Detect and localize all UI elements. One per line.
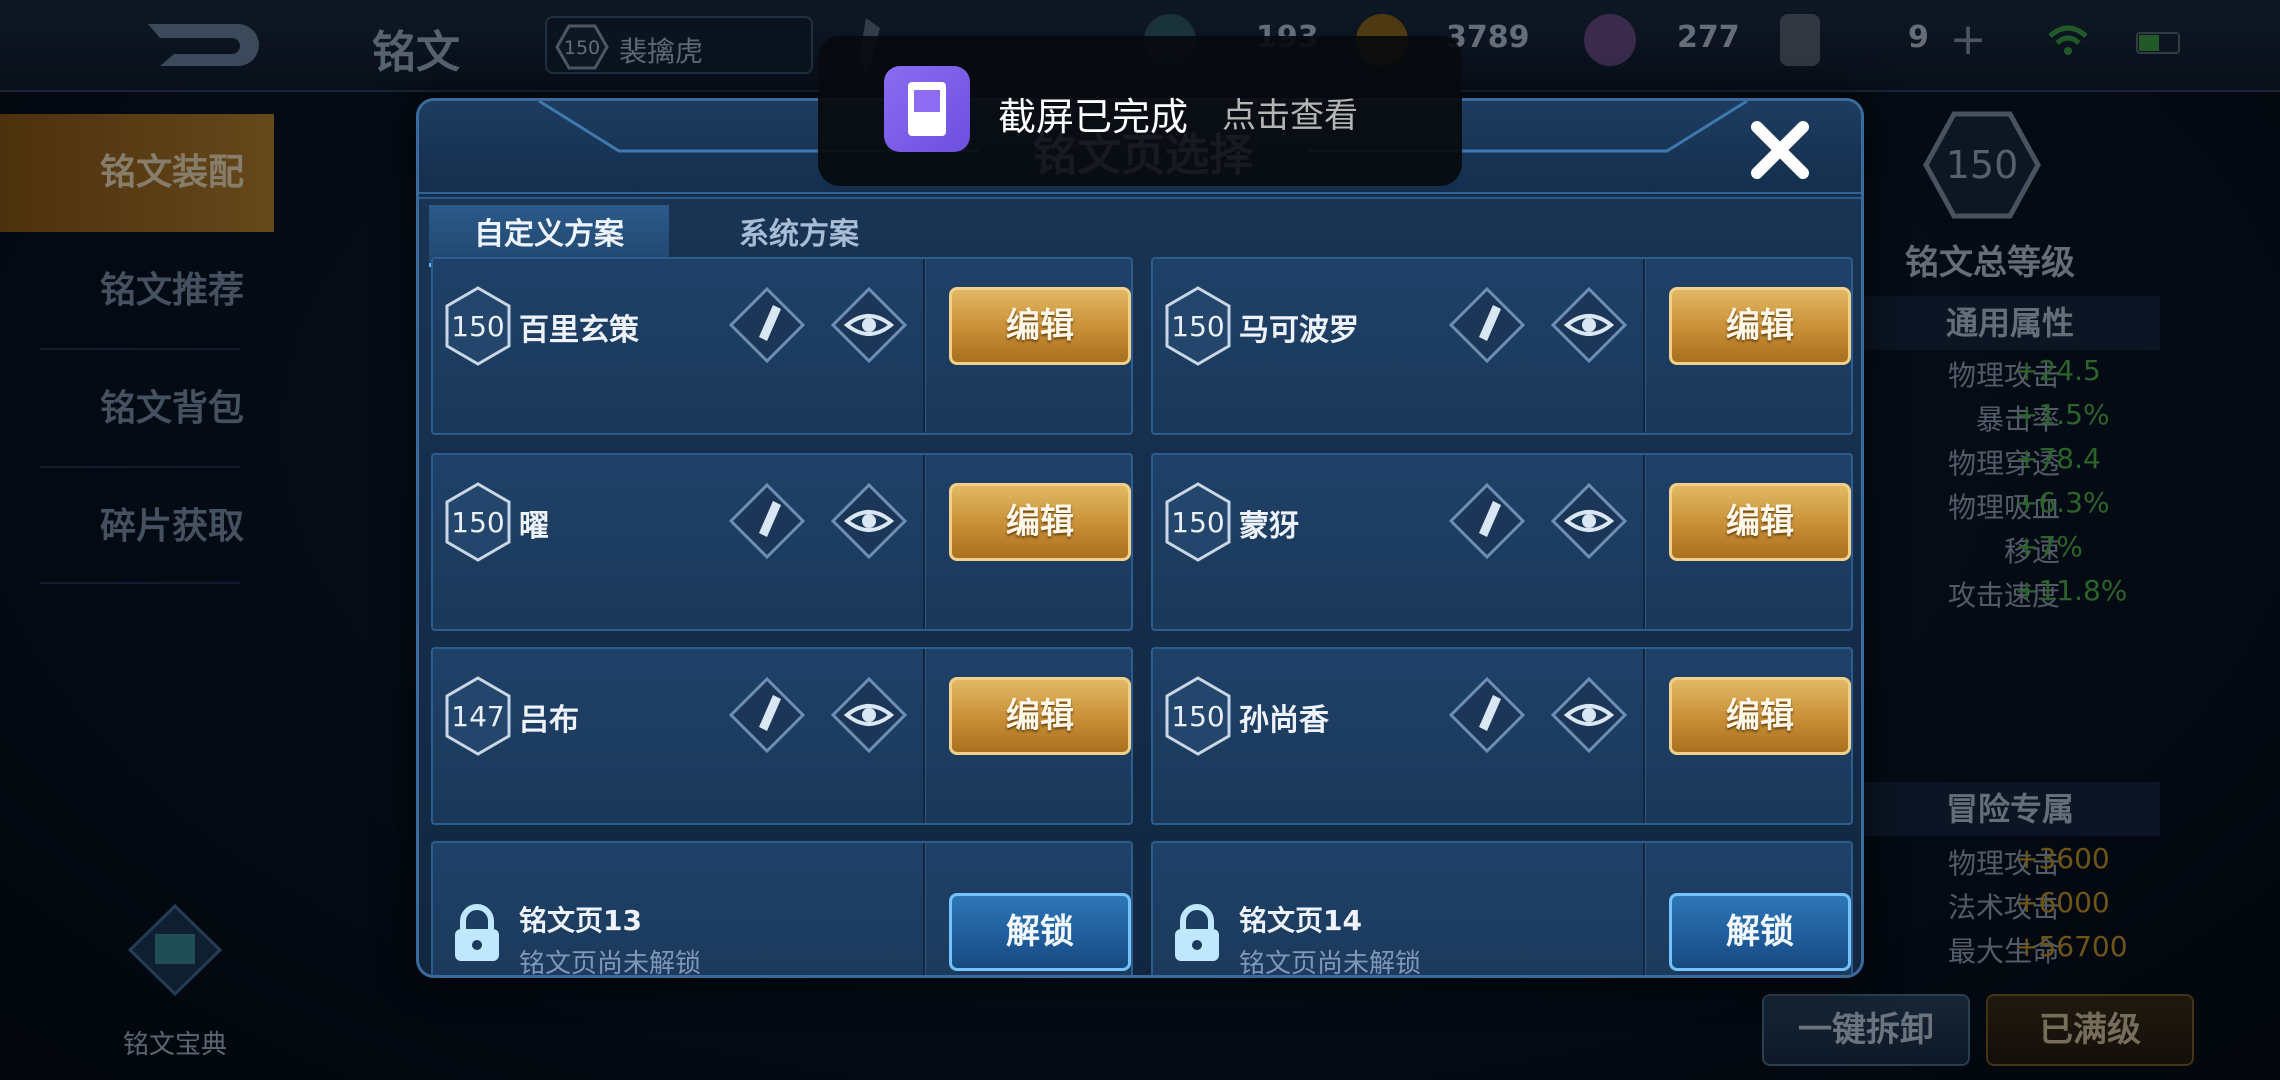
edit-button[interactable]: 编辑 xyxy=(949,677,1131,755)
toast-action-link[interactable]: 点击查看 xyxy=(1222,88,1358,137)
locked-status: 铭文页尚未解锁 xyxy=(519,949,702,978)
hero-name: 孙尚香 xyxy=(1239,703,1329,738)
hero-name: 马可波罗 xyxy=(1239,313,1359,348)
rename-pencil-icon[interactable] xyxy=(1447,285,1527,365)
level-hex-icon: 150 xyxy=(1165,676,1231,756)
rune-page-card: 147 吕布 编辑 xyxy=(431,647,1133,825)
edit-button[interactable]: 编辑 xyxy=(1669,483,1851,561)
card-divider xyxy=(923,259,925,433)
unlock-button[interactable]: 解锁 xyxy=(1669,893,1851,971)
locked-rune-page-card: 铭文页14 铭文页尚未解锁 解锁 xyxy=(1151,841,1853,978)
level-hex-icon: 150 xyxy=(1165,482,1231,562)
preview-eye-icon[interactable] xyxy=(1549,481,1629,561)
card-divider xyxy=(1643,259,1645,433)
locked-rune-page-card: 铭文页13 铭文页尚未解锁 解锁 xyxy=(431,841,1133,978)
svg-text:150: 150 xyxy=(1171,310,1224,343)
edit-button[interactable]: 编辑 xyxy=(1669,287,1851,365)
preview-eye-icon[interactable] xyxy=(829,675,909,755)
rename-pencil-icon[interactable] xyxy=(727,285,807,365)
svg-text:147: 147 xyxy=(451,700,504,733)
rename-pencil-icon[interactable] xyxy=(727,675,807,755)
rune-page-card: 150 曜 编辑 xyxy=(431,453,1133,631)
rename-pencil-icon[interactable] xyxy=(727,481,807,561)
card-divider xyxy=(1643,843,1645,975)
svg-text:150: 150 xyxy=(451,506,504,539)
edit-button[interactable]: 编辑 xyxy=(949,287,1131,365)
screenshot-thumbnail-icon xyxy=(884,66,970,152)
svg-text:150: 150 xyxy=(1171,700,1224,733)
locked-status: 铭文页尚未解锁 xyxy=(1239,949,1422,978)
hero-name: 曜 xyxy=(519,509,549,544)
page-name: 铭文页14 xyxy=(1239,904,1362,937)
card-divider xyxy=(1643,649,1645,823)
close-icon xyxy=(1751,121,1809,179)
rune-page-card: 150 孙尚香 编辑 xyxy=(1151,647,1853,825)
preview-eye-icon[interactable] xyxy=(829,481,909,561)
card-divider xyxy=(923,455,925,629)
rename-pencil-icon[interactable] xyxy=(1447,675,1527,755)
rune-page-select-dialog: 铭文页选择 自定义方案 系统方案 150 百里玄策 xyxy=(416,98,1864,978)
level-hex-icon: 150 xyxy=(1165,286,1231,366)
preview-eye-icon[interactable] xyxy=(1549,675,1629,755)
screen: 铭文 150 裴擒虎 193 3789 277 9 + 铭文装配 xyxy=(0,0,2280,1080)
rune-page-grid: 150 百里玄策 编辑 150 马可波罗 编辑 150 曜 编辑 150 蒙犽 … xyxy=(431,257,1855,978)
toast-title: 截屏已完成 xyxy=(998,95,1189,139)
rune-page-card: 150 百里玄策 编辑 xyxy=(431,257,1133,435)
unlock-button[interactable]: 解锁 xyxy=(949,893,1131,971)
preview-eye-icon[interactable] xyxy=(829,285,909,365)
close-button[interactable] xyxy=(1745,115,1815,185)
level-hex-icon: 147 xyxy=(445,676,511,756)
lock-icon xyxy=(455,904,499,961)
card-divider xyxy=(923,649,925,823)
hero-name: 吕布 xyxy=(519,703,579,738)
preview-eye-icon[interactable] xyxy=(1549,285,1629,365)
hero-name: 蒙犽 xyxy=(1239,509,1299,544)
rune-page-card: 150 蒙犽 编辑 xyxy=(1151,453,1853,631)
edit-button[interactable]: 编辑 xyxy=(1669,677,1851,755)
rename-pencil-icon[interactable] xyxy=(1447,481,1527,561)
screenshot-toast[interactable]: 截屏已完成 点击查看 xyxy=(818,36,1462,186)
svg-text:150: 150 xyxy=(451,310,504,343)
rune-page-card: 150 马可波罗 编辑 xyxy=(1151,257,1853,435)
lock-icon xyxy=(1175,904,1219,961)
edit-button[interactable]: 编辑 xyxy=(949,483,1131,561)
card-divider xyxy=(1643,455,1645,629)
hero-name: 百里玄策 xyxy=(519,313,639,348)
level-hex-icon: 150 xyxy=(445,286,511,366)
svg-text:150: 150 xyxy=(1171,506,1224,539)
page-name: 铭文页13 xyxy=(519,904,642,937)
card-divider xyxy=(923,843,925,975)
level-hex-icon: 150 xyxy=(445,482,511,562)
